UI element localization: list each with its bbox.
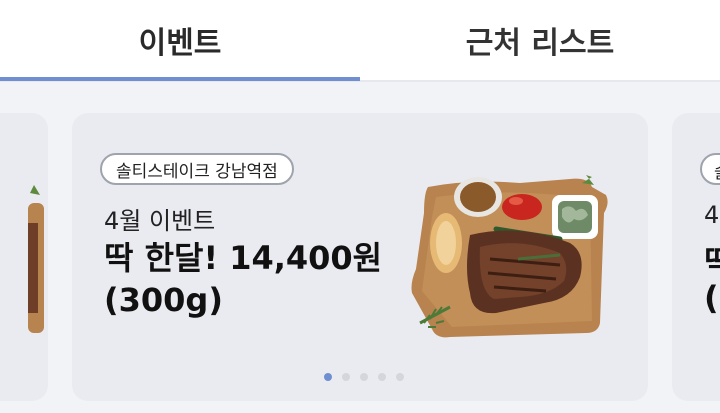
tab-bar: 이벤트 근처 리스트 — [0, 0, 720, 82]
event-carousel[interactable]: 솔티스테이크 강남역점 4월 이벤트 딱 한달! 14,400원 (300g) — [0, 82, 720, 413]
steak-image-partial — [28, 185, 44, 333]
event-headline-partial: 딱 — [704, 243, 720, 281]
event-headline-line2-partial: ( — [704, 279, 719, 317]
store-badge: 솔티스테이크 강남역점 — [100, 153, 294, 185]
event-month: 4월 이벤트 — [104, 207, 216, 235]
carousel-pagination — [324, 373, 404, 381]
event-headline: 딱 한달! 14,400원 (300g) — [104, 237, 404, 321]
active-tab-indicator — [0, 77, 360, 81]
event-card-next[interactable]: 솔 4 딱 ( — [672, 113, 720, 401]
event-month-partial: 4 — [704, 201, 720, 229]
pagination-dot-active[interactable] — [324, 373, 332, 381]
pagination-dot[interactable] — [378, 373, 386, 381]
pagination-dot[interactable] — [360, 373, 368, 381]
event-card[interactable]: 솔티스테이크 강남역점 4월 이벤트 딱 한달! 14,400원 (300g) — [72, 113, 648, 401]
event-card-previous[interactable] — [0, 113, 48, 401]
pagination-dot[interactable] — [396, 373, 404, 381]
pagination-dot[interactable] — [342, 373, 350, 381]
event-headline-line2: (300g) — [104, 281, 223, 319]
tab-nearby-list[interactable]: 근처 리스트 — [360, 0, 720, 80]
event-headline-line1: 딱 한달! 14,400원 — [104, 239, 383, 277]
steak-image — [411, 175, 608, 338]
store-badge-partial-text: 솔 — [714, 158, 720, 183]
tab-event[interactable]: 이벤트 — [0, 0, 360, 80]
